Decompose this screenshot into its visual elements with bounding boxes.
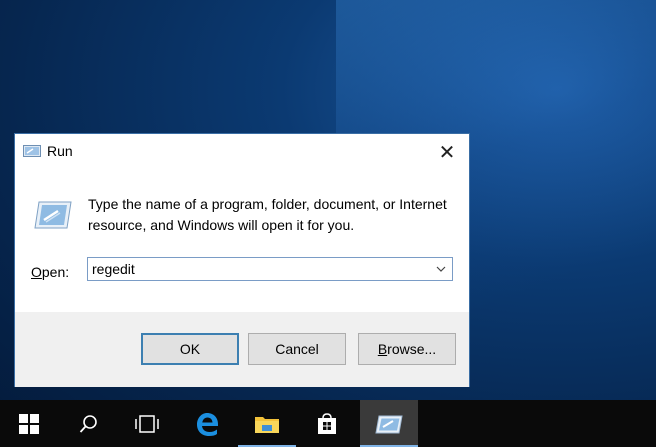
run-dialog: Run ✕ Type the name of a program, folder… [14,133,470,387]
chevron-down-icon[interactable] [434,262,448,276]
window-title: Run [47,143,73,159]
store-icon [318,412,336,434]
ok-button[interactable]: OK [141,333,239,365]
windows-start-icon [19,413,39,434]
button-bar: OK Cancel Browse... [15,312,469,387]
open-label-text: pen: [41,264,70,280]
open-label: Open: [31,264,69,280]
task-view-icon [135,414,159,433]
file-explorer-icon [255,416,279,433]
edge-browser-icon [197,412,218,436]
close-button[interactable]: ✕ [435,140,459,164]
browse-label: rowse... [387,341,437,357]
open-label-accelerator: O [31,264,42,280]
cancel-button[interactable]: Cancel [248,333,346,365]
open-input[interactable] [88,258,428,280]
open-combobox[interactable] [87,257,453,281]
task-view-button[interactable] [118,400,176,447]
store-taskbar-button[interactable] [298,400,356,447]
run-app-icon [23,145,41,157]
edge-taskbar-button[interactable] [178,400,236,447]
title-bar[interactable]: Run ✕ [15,134,469,170]
close-icon: ✕ [438,141,456,164]
run-app-icon [375,415,403,433]
taskbar [0,400,656,447]
browse-button[interactable]: Browse... [358,333,456,365]
instruction-text: Type the name of a program, folder, docu… [88,196,447,233]
run-dialog-icon [34,201,72,229]
search-button[interactable] [60,400,118,447]
desktop: Run ✕ Type the name of a program, folder… [0,0,656,447]
search-icon [79,414,97,433]
start-button[interactable] [0,400,58,447]
browse-accelerator: B [377,341,388,357]
file-explorer-taskbar-button[interactable] [238,400,296,447]
run-taskbar-button[interactable] [360,400,418,447]
